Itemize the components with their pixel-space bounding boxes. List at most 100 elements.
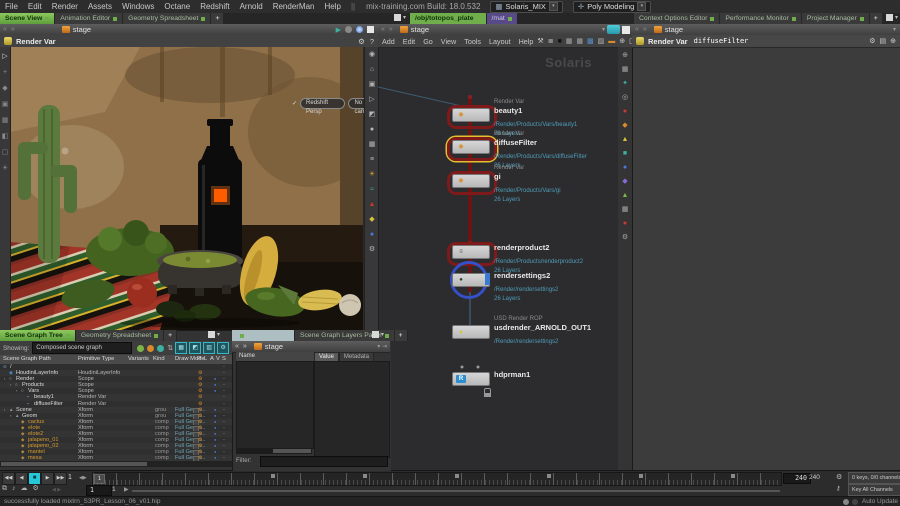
view-option-button[interactable]: ▥ <box>203 342 216 354</box>
range-start-field[interactable]: 1 <box>86 485 112 496</box>
netmenu-layout[interactable]: Layout <box>485 35 515 48</box>
snap-grid-icon[interactable]: ▦ <box>2 117 9 124</box>
range-end2-field[interactable]: 240 <box>809 474 820 481</box>
column-header-scene-graph-path[interactable]: Scene Graph Path <box>3 356 51 362</box>
node-name-label[interactable]: diffuseFilter <box>494 138 618 152</box>
path-dropdown-icon[interactable]: ▾ <box>602 26 605 33</box>
tab-pin-icon[interactable] <box>476 16 481 21</box>
tab-geometry-spreadsheet[interactable]: Geometry Spreadsheet <box>123 13 212 24</box>
menu-octane[interactable]: Octane <box>159 0 195 13</box>
next-frame-button[interactable]: ▶ <box>41 472 54 485</box>
magnifier-icon[interactable]: ⊕ <box>890 38 896 45</box>
netmenu-help[interactable]: Help <box>515 35 538 48</box>
node-usdrender_ARNOLD_OUT1[interactable]: ▲ <box>452 325 490 339</box>
probe-icon[interactable]: ◎ <box>622 94 628 101</box>
range-end-field[interactable]: 240 <box>783 473 811 484</box>
netmenu-edit[interactable]: Edit <box>399 35 419 48</box>
scenegraph-pane-controls[interactable]: ▾ <box>208 331 220 338</box>
layers-value-body[interactable] <box>314 361 390 458</box>
view-mode-icon[interactable]: ◉ <box>369 51 375 58</box>
layers-path[interactable]: stage <box>265 342 283 351</box>
tab-geometry-spreadsheet[interactable]: Geometry Spreadsheet <box>75 330 165 341</box>
new-tab-button[interactable]: + <box>164 330 178 341</box>
desktop-selector[interactable]: ▦ Solaris_MIX ▾ <box>490 0 563 13</box>
gear-icon[interactable]: ⚙ <box>869 38 875 45</box>
column-header-a[interactable]: A <box>210 356 214 362</box>
menu-arnold[interactable]: Arnold <box>235 0 268 13</box>
translate-handle-icon[interactable]: + <box>3 69 7 76</box>
range-slider-handle[interactable]: ▶ <box>124 486 129 493</box>
tab-pin-icon[interactable] <box>859 16 864 21</box>
shelf-selector[interactable]: ✛ Poly Modeling ▾ <box>572 0 652 13</box>
node-name-label[interactable]: gi <box>494 172 618 186</box>
texture-grid-icon[interactable]: ▦ <box>369 141 376 148</box>
timeline-ruler[interactable]: 1 <box>92 472 782 486</box>
filter-ball-icon[interactable] <box>157 344 165 352</box>
menu-redshift[interactable]: Redshift <box>195 0 234 13</box>
column-header-l[interactable]: L <box>204 356 207 362</box>
cloud-icon[interactable]: ☁ <box>21 485 28 492</box>
presets-icon[interactable]: ▤ <box>880 38 887 45</box>
gray-grid-icon[interactable]: ▦ <box>622 206 629 213</box>
white-square-icon[interactable] <box>622 25 630 34</box>
node-name-label[interactable]: hdprman1 <box>494 370 618 384</box>
shade-mode-icon[interactable]: ◩ <box>369 111 376 118</box>
viewport-3d-view[interactable]: ✓ Redshift Persp No cam <box>0 47 378 330</box>
water-icon[interactable]: ● <box>370 231 374 238</box>
solid-swatch-icon[interactable]: ■ <box>558 38 562 45</box>
snapshot-icon[interactable] <box>607 25 620 34</box>
grid-b-icon[interactable]: ▦ <box>576 38 583 45</box>
orange-diamond-icon[interactable]: ◆ <box>622 122 627 129</box>
tab-pin-icon[interactable] <box>507 16 512 21</box>
key-all-channels-button[interactable]: Key All Channels <box>848 484 900 496</box>
zoom-icon[interactable]: ⊕ <box>619 38 625 45</box>
camera-box-icon[interactable]: ▢ <box>2 149 9 156</box>
renderer-pill[interactable]: Redshift Persp <box>300 98 346 115</box>
netmenu-view[interactable]: View <box>437 35 460 48</box>
orange-swatch-icon[interactable]: ▬ <box>608 38 615 45</box>
column-header-kind[interactable]: Kind <box>153 356 165 362</box>
new-tab-button[interactable]: + <box>394 330 408 341</box>
jump-start-button[interactable]: ◀◀ <box>2 472 15 485</box>
keys-info-button[interactable]: 0 keys, 0/0 channels <box>848 472 900 484</box>
params-node-name[interactable]: diffuseFilter <box>694 37 749 45</box>
column-header-primitive-type[interactable]: Primitive Type <box>78 356 114 362</box>
tab-blank[interactable] <box>232 330 295 341</box>
sort-icon[interactable]: ⇅ <box>167 344 173 352</box>
column-header-p[interactable]: P <box>197 356 201 362</box>
viewport-path[interactable]: stage <box>73 25 91 34</box>
range-slider-track[interactable] <box>132 490 780 492</box>
node-name-label[interactable]: beauty1 <box>494 106 618 120</box>
view-option-button[interactable]: ▦ <box>175 342 188 354</box>
tab-pin-icon[interactable] <box>154 333 159 338</box>
bars-icon[interactable]: ≡ <box>370 156 374 163</box>
netmenu-add[interactable]: Add <box>378 35 399 48</box>
column-header-v[interactable]: V <box>216 356 220 362</box>
menu-help[interactable]: Help <box>320 0 346 13</box>
showing-dropdown[interactable]: Composed scene graph <box>32 342 133 354</box>
tab--mat[interactable]: /mat <box>486 13 518 24</box>
tab-pin-icon[interactable] <box>113 16 118 21</box>
tab--obj-totopos-plate[interactable]: /obj/totopos_plate <box>410 13 487 24</box>
filter-input[interactable] <box>260 456 388 467</box>
teal-square-icon[interactable]: ■ <box>623 150 627 157</box>
flame-icon[interactable]: ▲ <box>369 201 376 208</box>
playhead-marker[interactable]: 1 <box>94 474 105 484</box>
playbar-gear-icon[interactable]: ⚙ <box>836 473 842 481</box>
filter-ball-icon[interactable] <box>147 344 155 352</box>
tab-scene-graph-tree[interactable]: Scene Graph Tree <box>0 330 76 341</box>
node-renderproduct2[interactable]: ≡ <box>452 245 490 259</box>
fog-icon[interactable]: ≈ <box>370 186 374 193</box>
tab-scene-view[interactable]: Scene View <box>0 13 56 24</box>
range-start2-field[interactable]: 1 <box>112 486 116 493</box>
palette-grid-icon[interactable]: ▨ <box>598 38 605 45</box>
tab-pin-icon[interactable] <box>45 16 50 21</box>
white-square-icon[interactable] <box>367 26 374 33</box>
update-mode-selector[interactable]: Auto Update <box>862 497 898 506</box>
network-back-icon[interactable]: « » <box>378 26 397 33</box>
tree-view-icon[interactable]: ≣ <box>548 38 554 45</box>
layers-back-icon[interactable]: « » <box>232 343 251 350</box>
tools-icon[interactable]: ⚒ <box>537 38 543 45</box>
spark-icon[interactable]: ✦ <box>622 80 628 87</box>
column-header-s[interactable]: S <box>222 356 226 362</box>
